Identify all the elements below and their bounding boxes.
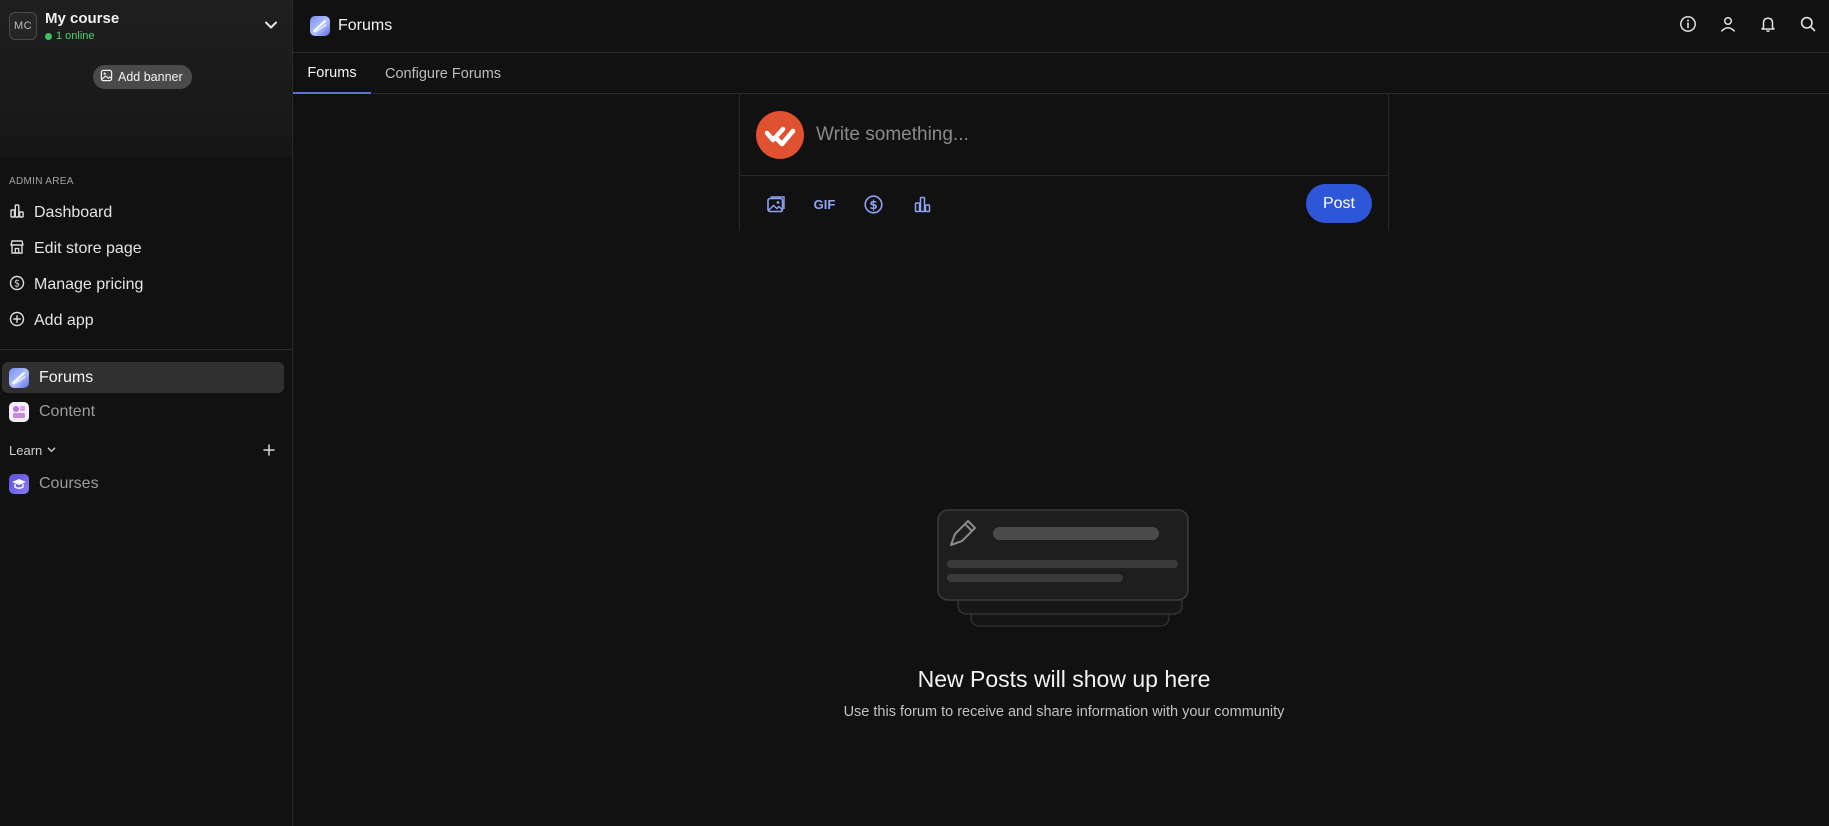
svg-text:$: $	[869, 198, 877, 212]
sidebar-item-courses[interactable]: Courses	[2, 468, 284, 499]
add-banner-label: Add banner	[118, 70, 183, 84]
chevron-down-icon	[46, 443, 57, 458]
sidebar-item-label: Manage pricing	[34, 276, 144, 293]
post-composer: GIF $ Post	[739, 94, 1389, 231]
dollar-circle-icon[interactable]: $	[863, 194, 884, 215]
add-banner-button[interactable]: Add banner	[93, 65, 192, 89]
gif-icon[interactable]: GIF	[814, 194, 836, 215]
course-name[interactable]: My course	[45, 10, 119, 27]
post-button[interactable]: Post	[1306, 184, 1372, 223]
learn-label: Learn	[9, 443, 43, 458]
content-app-icon	[9, 401, 29, 422]
learn-section-toggle[interactable]: Learn	[9, 443, 57, 458]
image-icon[interactable]	[765, 194, 786, 215]
sidebar-item-label: Dashboard	[34, 204, 113, 221]
user-icon[interactable]	[1719, 15, 1737, 33]
store-icon	[9, 239, 25, 260]
sidebar-item-manage-pricing[interactable]: $ Manage pricing	[9, 272, 143, 298]
sidebar-item-edit-store-page[interactable]: Edit store page	[9, 236, 142, 262]
image-icon	[100, 69, 113, 85]
page-title: Forums	[310, 16, 392, 36]
forums-app-icon	[310, 16, 330, 36]
svg-text:$: $	[14, 278, 20, 289]
search-icon[interactable]	[1799, 15, 1817, 33]
tab-bar: Forums Configure Forums	[293, 54, 1829, 94]
admin-area-label: ADMIN AREA	[9, 176, 74, 187]
tab-forums[interactable]: Forums	[293, 54, 371, 94]
chevron-down-icon[interactable]	[262, 16, 280, 34]
topbar-actions	[1679, 15, 1817, 33]
sidebar-item-label: Forums	[39, 368, 94, 386]
page-title-text: Forums	[338, 17, 393, 34]
post-input[interactable]	[816, 120, 1356, 150]
online-count: 1 online	[56, 30, 95, 42]
sidebar-item-forums[interactable]: Forums	[2, 362, 284, 393]
sidebar-item-add-app[interactable]: Add app	[9, 308, 94, 334]
sidebar-item-label: Edit store page	[34, 240, 142, 257]
dollar-circle-icon: $	[9, 275, 25, 296]
forums-app-icon	[9, 367, 29, 388]
bell-icon[interactable]	[1759, 15, 1777, 33]
bar-chart-icon	[9, 203, 25, 224]
empty-state-illustration-icon	[937, 509, 1191, 629]
sidebar: MC My course 1 online Add banner ADMIN A…	[0, 0, 293, 826]
poll-icon[interactable]	[912, 194, 933, 215]
tab-configure-forums[interactable]: Configure Forums	[385, 54, 501, 94]
courses-app-icon	[9, 473, 29, 494]
plus-circle-icon	[9, 311, 25, 332]
composer-tools: GIF $	[765, 194, 933, 215]
info-icon[interactable]	[1679, 15, 1697, 33]
composer-top	[740, 94, 1388, 176]
empty-state-subtitle: Use this forum to receive and share info…	[843, 704, 1285, 720]
sidebar-item-content[interactable]: Content	[2, 396, 284, 427]
course-header: MC My course 1 online Add banner	[0, 0, 292, 157]
topbar: Forums	[293, 0, 1829, 53]
online-dot-icon	[45, 32, 52, 40]
empty-state-title: New Posts will show up here	[917, 666, 1211, 692]
sidebar-divider	[0, 349, 292, 350]
sidebar-item-label: Content	[39, 402, 96, 420]
avatar	[756, 111, 804, 159]
sidebar-item-label: Add app	[34, 312, 94, 329]
sidebar-item-dashboard[interactable]: Dashboard	[9, 200, 112, 226]
sidebar-item-label: Courses	[39, 474, 99, 492]
online-status: 1 online	[45, 30, 95, 42]
add-section-icon[interactable]	[262, 443, 276, 457]
course-avatar[interactable]: MC	[9, 12, 37, 40]
